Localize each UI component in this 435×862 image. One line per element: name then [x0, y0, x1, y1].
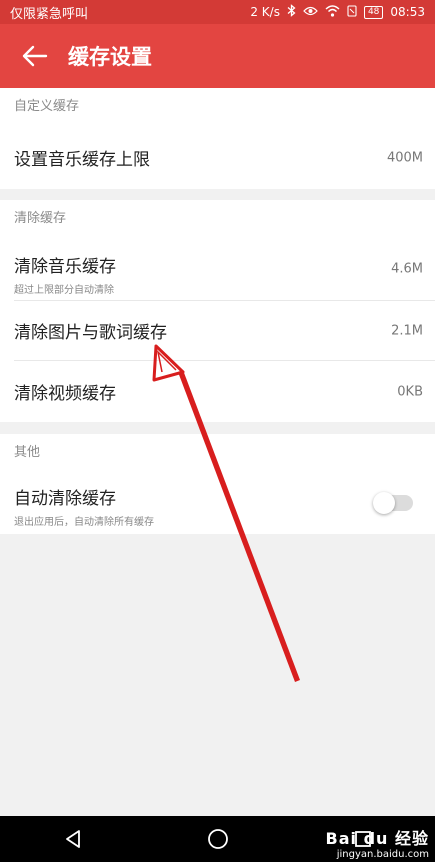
watermark: Bai du 经验 jingyan.baidu.com: [326, 825, 429, 860]
toggle-knob: [373, 492, 395, 514]
section-header-other: 其他: [14, 445, 41, 460]
page-title: 缓存设置: [68, 45, 152, 69]
arrow-left-icon: [22, 45, 48, 67]
set-music-cache-limit-row[interactable]: 设置音乐缓存上限 400M: [0, 126, 435, 189]
row-subtitle: 退出应用后，自动清除所有缓存: [14, 517, 154, 528]
section-header-clear: 清除缓存: [14, 211, 67, 226]
row-value: 0KB: [397, 384, 423, 399]
row-title: 清除图片与歌词缓存: [14, 323, 167, 343]
carrier-text: 仅限紧急呼叫: [10, 6, 89, 22]
clear-video-cache-row[interactable]: 清除视频缓存 0KB: [0, 361, 435, 422]
bluetooth-icon: [287, 4, 296, 20]
row-title: 自动清除缓存: [14, 489, 116, 509]
app-bar: 缓存设置: [0, 24, 435, 88]
auto-clear-cache-row[interactable]: 自动清除缓存 退出应用后，自动清除所有缓存: [0, 472, 435, 534]
clear-image-lyrics-cache-row[interactable]: 清除图片与歌词缓存 2.1M: [0, 301, 435, 360]
clock: 08:53: [390, 5, 425, 19]
clear-music-cache-row[interactable]: 清除音乐缓存 超过上限部分自动清除 4.6M: [0, 238, 435, 300]
net-speed: 2 K/s: [250, 5, 280, 19]
sim-slot-icon: [347, 4, 357, 20]
watermark-brand: Bai du 经验: [325, 829, 429, 848]
back-nav-button[interactable]: [53, 819, 93, 859]
other-section: 其他 自动清除缓存 退出应用后，自动清除所有缓存: [0, 434, 435, 534]
home-nav-button[interactable]: [198, 819, 238, 859]
row-title: 清除音乐缓存: [14, 257, 116, 277]
clear-cache-section: 清除缓存 清除音乐缓存 超过上限部分自动清除 4.6M 清除图片与歌词缓存 2.…: [0, 200, 435, 422]
row-subtitle: 超过上限部分自动清除: [14, 285, 114, 296]
battery-icon: 48: [363, 5, 384, 19]
watermark-site: jingyan.baidu.com: [336, 849, 429, 860]
status-bar: 仅限紧急呼叫 2 K/s 48 08:53: [0, 0, 435, 24]
status-icons: 2 K/s 48 08:53: [250, 4, 425, 20]
eye-comfort-icon: [303, 5, 318, 19]
row-value: 4.6M: [391, 261, 423, 277]
row-title: 设置音乐缓存上限: [14, 150, 150, 170]
row-value: 2.1M: [391, 323, 423, 338]
section-header-custom: 自定义缓存: [14, 99, 80, 114]
wifi-icon: [325, 4, 340, 20]
back-button[interactable]: [0, 24, 70, 88]
circle-home-icon: [207, 829, 228, 849]
triangle-back-icon: [65, 830, 80, 848]
row-title: 清除视频缓存: [14, 384, 116, 404]
auto-clear-toggle[interactable]: [373, 492, 413, 514]
row-value: 400M: [386, 150, 423, 165]
custom-cache-section: 自定义缓存 设置音乐缓存上限 400M: [0, 88, 435, 189]
